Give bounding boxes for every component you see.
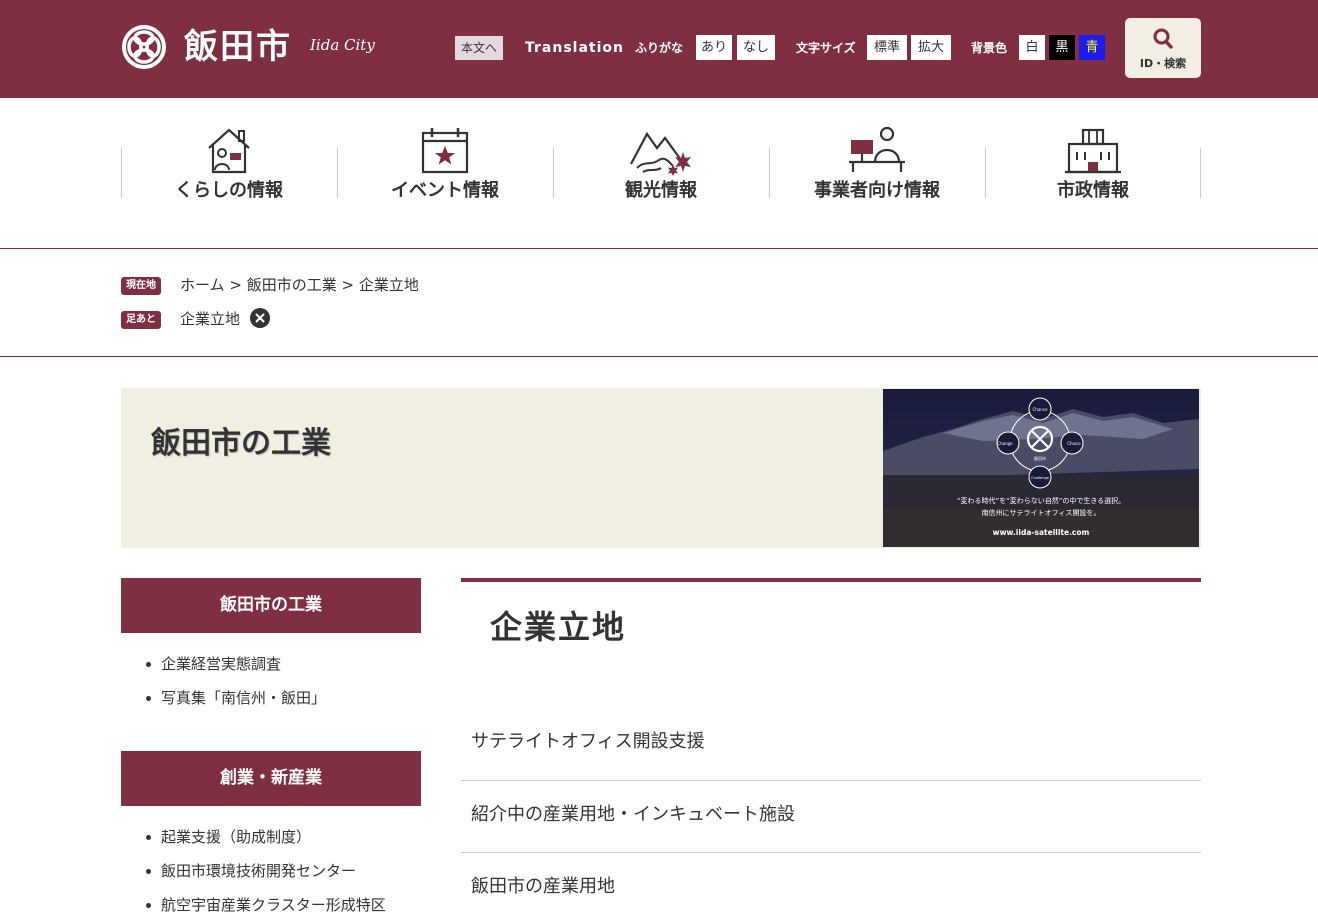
content-link-industrial-sites-available[interactable]: 紹介中の産業用地・インキュベート施設: [471, 802, 795, 828]
breadcrumb: ホーム > 飯田市の工業 > 企業立地: [180, 274, 419, 296]
house-person-icon: [208, 128, 250, 174]
skip-to-content-button[interactable]: 本文へ: [455, 36, 504, 60]
sidebar-link[interactable]: 起業支援（助成制度）: [161, 828, 311, 846]
furigana-label: ふりがな: [635, 41, 684, 55]
banner-word: Challenge: [1031, 476, 1050, 480]
search-label: ID・検索: [1139, 57, 1187, 70]
gnav-item-living[interactable]: くらしの情報: [121, 98, 337, 248]
content-link-industrial-sites[interactable]: 飯田市の産業用地: [471, 874, 615, 900]
font-size-label: 文字サイズ: [796, 41, 856, 55]
banner-word: Change: [997, 441, 1013, 446]
gnav-item-tourism[interactable]: 観光情報: [553, 98, 769, 248]
site-name[interactable]: 飯田市: [184, 26, 292, 68]
iida-city-logo-icon[interactable]: [121, 24, 167, 70]
content-link-satellite-office[interactable]: サテライトオフィス開設支援: [471, 729, 705, 755]
site-header: 飯田市 Iida City 本文へ Translation ふりがな あり なし…: [0, 0, 1318, 98]
sidebar-heading-startup[interactable]: 創業・新産業: [121, 751, 421, 806]
gnav-label: 事業者向け情報: [814, 180, 940, 201]
list-item: 航空宇宙産業クラスター形成特区: [121, 888, 421, 922]
banner-word: Chance: [1033, 407, 1049, 412]
gnav-item-business[interactable]: 事業者向け情報: [769, 98, 985, 248]
bg-color-label: 背景色: [971, 41, 1008, 55]
history-badge: 足あと: [121, 311, 161, 329]
translation-link[interactable]: Translation: [525, 38, 624, 58]
sidebar-link[interactable]: 企業経営実態調査: [161, 655, 281, 673]
list-item: 写真集「南信州・飯田」: [121, 681, 421, 715]
breadcrumb-separator: >: [341, 276, 355, 294]
breadcrumb-home-link[interactable]: ホーム: [180, 276, 225, 294]
banner-title: 飯田市の工業: [151, 426, 331, 461]
gnav-label: くらしの情報: [175, 180, 283, 201]
breadcrumb-separator: >: [229, 276, 242, 294]
sidebar-link[interactable]: 航空宇宙産業クラスター形成特区: [161, 896, 386, 914]
font-size-large-button[interactable]: 拡大: [911, 35, 951, 60]
bg-black-button[interactable]: 黒: [1049, 35, 1075, 60]
search-icon: [1153, 28, 1173, 49]
sidebar-list-industry: 企業経営実態調査 写真集「南信州・飯田」: [121, 647, 421, 715]
gnav-item-city-admin[interactable]: 市政情報: [985, 98, 1201, 248]
satellite-office-banner-image[interactable]: Chance Change Choice Challenge 飯田市 “変わる時…: [883, 389, 1199, 547]
furigana-on-button[interactable]: あり: [696, 35, 732, 60]
breadcrumb-current: 企業立地: [358, 276, 419, 294]
furigana-off-button[interactable]: なし: [737, 35, 775, 60]
page-title: 企業立地: [490, 608, 627, 646]
gnav-item-events[interactable]: イベント情報: [337, 98, 553, 248]
bg-white-button[interactable]: 白: [1019, 35, 1045, 60]
divider-line: [0, 356, 1318, 357]
business-person-icon: [849, 126, 905, 172]
gnav-label: 市政情報: [1057, 180, 1129, 201]
list-item: 起業支援（助成制度）: [121, 820, 421, 854]
sidebar-list-startup: 起業支援（助成制度） 飯田市環境技術開発センター 航空宇宙産業クラスター形成特区: [121, 820, 421, 922]
sidebar-link[interactable]: 飯田市環境技術開発センター: [161, 862, 356, 880]
sidebar-heading-industry[interactable]: 飯田市の工業: [121, 578, 421, 633]
banner-copy-2: 南信州にサテライトオフィス開設を。: [982, 508, 1101, 517]
title-accent-bar: [461, 578, 1201, 582]
banner-copy-1: “変わる時代”を“変わらない自然”の中で生きる選択。: [957, 496, 1125, 505]
mountain-maple-icon: [630, 131, 691, 176]
list-divider: [461, 852, 1201, 853]
history-trail: 企業立地: [180, 308, 240, 330]
banner-word: Choice: [1067, 441, 1081, 446]
breadcrumb-industry-link[interactable]: 飯田市の工業: [247, 276, 337, 294]
calendar-star-icon: [421, 128, 469, 174]
gnav-label: 観光情報: [625, 180, 697, 201]
list-item: 企業経営実態調査: [121, 647, 421, 681]
history-item-link[interactable]: 企業立地: [180, 310, 240, 328]
close-icon[interactable]: [250, 308, 270, 328]
current-location-badge: 現在地: [121, 277, 161, 295]
banner-center-text: 飯田市: [1034, 455, 1046, 461]
city-hall-icon: [1065, 128, 1121, 174]
list-divider: [461, 780, 1201, 781]
gnav-label: イベント情報: [391, 180, 499, 201]
category-banner: 飯田市の工業 Chance Change Choice Challenge 飯田…: [121, 388, 1201, 548]
banner-url: www.iida-satellite.com: [993, 528, 1090, 537]
list-item: 飯田市環境技術開発センター: [121, 854, 421, 888]
sidebar-link[interactable]: 写真集「南信州・飯田」: [161, 689, 326, 707]
search-button[interactable]: ID・検索: [1125, 18, 1201, 78]
divider-line: [0, 248, 1318, 249]
bg-blue-button[interactable]: 青: [1079, 35, 1105, 60]
font-size-standard-button[interactable]: 標準: [867, 35, 907, 60]
global-nav: くらしの情報 イベント情報 観光情報 事業者向け情報 市政情報: [121, 98, 1201, 248]
site-name-en: Iida City: [310, 36, 375, 54]
